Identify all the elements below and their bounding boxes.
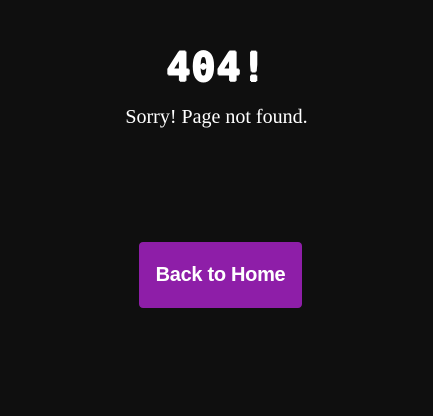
error-message: Sorry! Page not found. bbox=[125, 106, 308, 128]
error-code-title: 404! bbox=[166, 45, 267, 91]
back-to-home-button[interactable]: Back to Home bbox=[139, 242, 302, 308]
not-found-page: 404! Sorry! Page not found. Back to Home bbox=[0, 0, 433, 416]
